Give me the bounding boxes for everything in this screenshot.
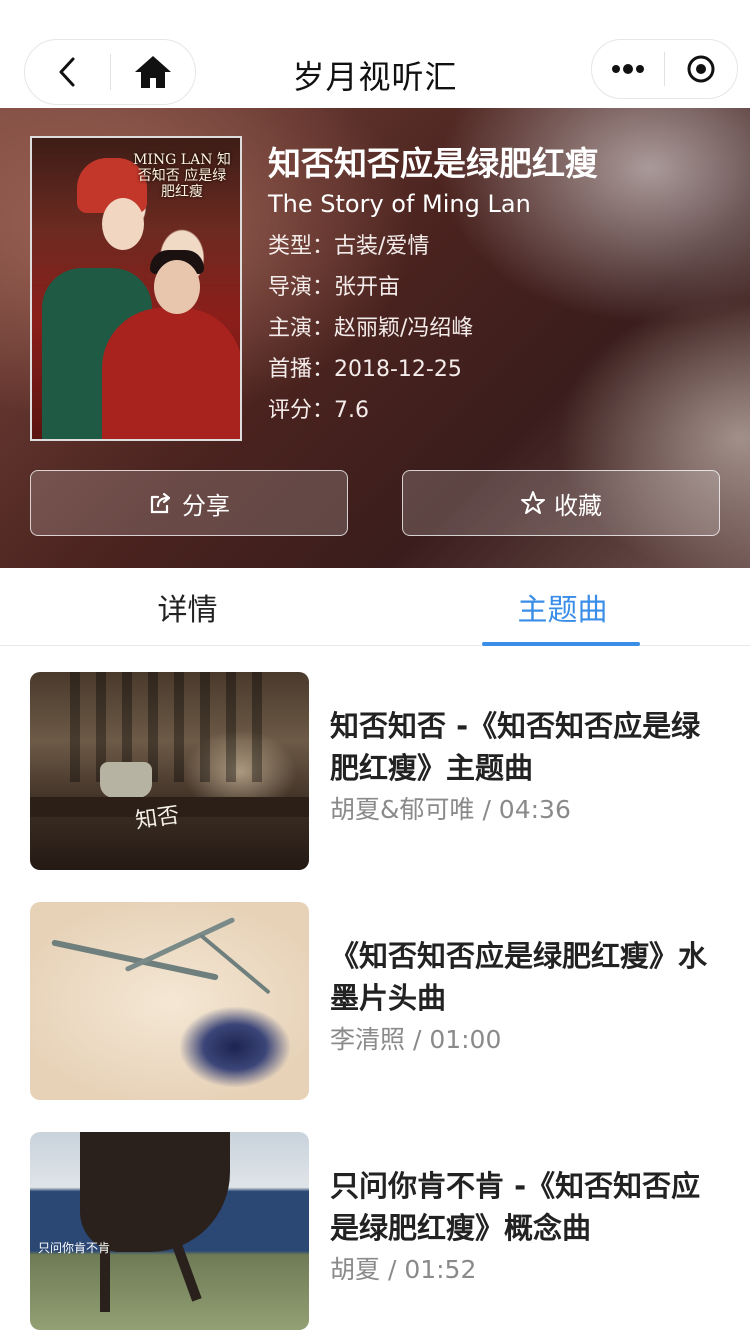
song-meta: 李清照 / 01:00 xyxy=(330,1025,502,1054)
share-icon xyxy=(148,491,174,515)
tab-bar: 详情 主题曲 xyxy=(0,568,750,646)
movie-cast: 主演：赵丽颖/冯绍峰 xyxy=(268,316,474,341)
thumb-horse xyxy=(80,1132,230,1252)
active-tab-indicator xyxy=(482,642,640,646)
song-item[interactable]: 只问你肯不肯 只问你肯不肯 -《知否知否应是绿肥红瘦》概念曲 胡夏 / 01:5… xyxy=(0,1107,750,1334)
record-icon xyxy=(687,55,715,83)
song-thumbnail[interactable]: 知否 xyxy=(30,672,309,870)
favorite-label: 收藏 xyxy=(554,491,602,520)
movie-director: 导演：张开亩 xyxy=(268,275,401,300)
song-meta: 胡夏&郁可唯 / 04:36 xyxy=(330,795,571,824)
nav-capsule-right xyxy=(591,39,738,99)
song-thumbnail[interactable]: 只问你肯不肯 xyxy=(30,1132,309,1330)
close-miniprogram-button[interactable] xyxy=(665,39,737,99)
poster-face xyxy=(154,260,200,314)
song-text: 只问你肯不肯 -《知否知否应是绿肥红瘦》概念曲 胡夏 / 01:52 xyxy=(330,1165,720,1287)
movie-header: MING LAN 知否知否 应是绿肥红瘦 知否知否应是绿肥红瘦 The Stor… xyxy=(0,108,750,568)
song-thumbnail[interactable] xyxy=(30,902,309,1100)
song-text: 《知否知否应是绿肥红瘦》水墨片头曲 李清照 / 01:00 xyxy=(330,935,720,1057)
song-item[interactable]: 知否 知否知否 -《知否知否应是绿肥红瘦》主题曲 胡夏&郁可唯 / 04:36 xyxy=(0,647,750,877)
thumb-calligraphy: 知否 xyxy=(133,803,181,834)
nav-bar: 岁月视听汇 xyxy=(0,0,750,108)
poster-logo-text: MING LAN 知否知否 应是绿肥红瘦 xyxy=(133,152,231,200)
more-icon xyxy=(612,64,644,74)
song-text: 知否知否 -《知否知否应是绿肥红瘦》主题曲 胡夏&郁可唯 / 04:36 xyxy=(330,705,720,827)
movie-poster[interactable]: MING LAN 知否知否 应是绿肥红瘦 xyxy=(30,136,242,441)
thumb-ink-blot xyxy=(180,1007,290,1087)
tab-detail[interactable]: 详情 xyxy=(0,568,375,646)
movie-english-title: The Story of Ming Lan xyxy=(268,190,531,218)
movie-rating: 评分：7.6 xyxy=(268,398,369,423)
thumb-orchid-leaf xyxy=(199,933,271,995)
favorite-button[interactable]: 收藏 xyxy=(402,470,720,536)
song-title: 只问你肯不肯 -《知否知否应是绿肥红瘦》概念曲 xyxy=(330,1169,701,1245)
movie-title: 知否知否应是绿肥红瘦 xyxy=(268,144,598,183)
tab-theme-song[interactable]: 主题曲 xyxy=(375,568,750,646)
movie-premiere: 首播：2018-12-25 xyxy=(268,357,462,382)
share-button[interactable]: 分享 xyxy=(30,470,348,536)
page: 岁月视听汇 MING LAN 知否知否 应是绿肥红瘦 知否知否应是绿肥红瘦 Th… xyxy=(0,0,750,1334)
song-title: 《知否知否应是绿肥红瘦》水墨片头曲 xyxy=(330,939,708,1015)
thumb-calligraphy: 只问你肯不肯 xyxy=(38,1241,111,1255)
share-label: 分享 xyxy=(182,491,230,520)
song-item[interactable]: 《知否知否应是绿肥红瘦》水墨片头曲 李清照 / 01:00 xyxy=(0,877,750,1107)
thumb-pot xyxy=(100,762,152,798)
movie-genre: 类型：古装/爱情 xyxy=(268,234,430,259)
poster-face xyxy=(102,198,144,250)
star-icon xyxy=(520,490,546,516)
poster-figure-robe-red xyxy=(102,308,240,439)
movie-info: 知否知否应是绿肥红瘦 The Story of Ming Lan 类型：古装/爱… xyxy=(268,144,728,425)
song-title: 知否知否 -《知否知否应是绿肥红瘦》主题曲 xyxy=(330,709,701,785)
thumb-orchid-leaf xyxy=(51,939,219,981)
song-meta: 胡夏 / 01:52 xyxy=(330,1255,477,1284)
thumb-orchid-leaf xyxy=(124,916,236,973)
more-button[interactable] xyxy=(592,39,664,99)
